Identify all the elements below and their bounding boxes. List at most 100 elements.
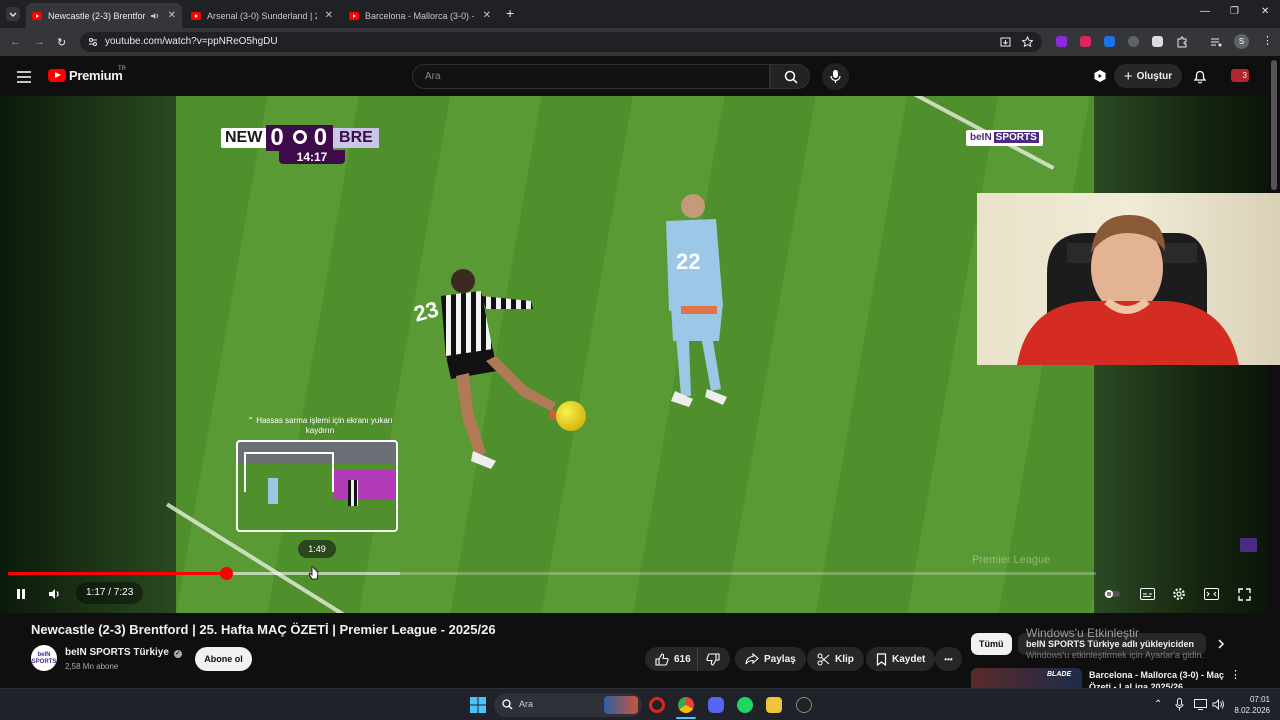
bookmark-icon — [876, 652, 887, 666]
channel-name[interactable]: beIN SPORTS Türkiye ✓ — [65, 647, 182, 658]
search-icon — [502, 699, 513, 710]
seek-preview-thumbnail — [236, 440, 398, 532]
match-clock: 14:17 — [279, 150, 345, 164]
youtube-logo-icon[interactable] — [48, 69, 66, 82]
volume-button[interactable] — [46, 586, 64, 602]
channel-name-text: beIN SPORTS Türkiye — [65, 647, 169, 658]
extension-icon[interactable] — [1080, 36, 1091, 47]
steam-icon[interactable] — [796, 697, 812, 713]
fullscreen-button[interactable] — [1236, 586, 1252, 602]
extension-icon[interactable] — [1128, 36, 1139, 47]
reload-icon[interactable]: ↻ — [57, 36, 66, 49]
video-frame[interactable]: 23 22 beIN SPORTS Premier League — [166, 96, 1094, 613]
close-window-icon[interactable]: ✕ — [1261, 6, 1269, 17]
create-button[interactable]: + Oluştur — [1114, 64, 1182, 88]
profile-avatar[interactable]: S — [1234, 34, 1249, 49]
active-app-indicator — [676, 717, 696, 719]
clip-label: Klip — [835, 653, 854, 665]
subscribe-button[interactable]: Abone ol — [195, 647, 252, 671]
filter-chip-all[interactable]: Tümü — [971, 633, 1012, 655]
more-actions-button[interactable]: ••• — [935, 647, 962, 671]
recommended-menu-icon[interactable]: ⋮ — [1230, 668, 1241, 681]
preview-player — [348, 480, 358, 506]
tab-newcastle[interactable]: Newcastle (2-3) Brentford | ✕ — [26, 3, 182, 28]
theater-mode-icon — [1203, 588, 1219, 600]
jersey-number: 22 — [676, 249, 701, 274]
clip-button[interactable]: Klip — [807, 647, 864, 671]
menu-kebab-icon[interactable]: ⋮ — [1262, 34, 1273, 47]
premium-badge-icon[interactable] — [1093, 69, 1107, 83]
share-button[interactable]: Paylaş — [735, 647, 806, 671]
page-scrollbar[interactable] — [1271, 60, 1277, 190]
taskbar-search[interactable]: Ara — [494, 693, 642, 717]
save-label: Kaydet — [892, 653, 926, 665]
account-avatar[interactable]: 3 — [1231, 69, 1249, 82]
notifications-bell-icon[interactable] — [1193, 69, 1207, 84]
scrubber-handle[interactable] — [219, 567, 233, 580]
hamburger-menu-icon[interactable] — [17, 71, 31, 83]
dislike-button[interactable] — [697, 647, 730, 671]
install-app-icon[interactable] — [1000, 37, 1011, 48]
back-icon[interactable]: ← — [10, 36, 21, 48]
seek-preview-time: 1:49 — [298, 540, 336, 558]
tray-overflow-icon[interactable]: ⌃ — [1154, 699, 1162, 710]
extension-icon[interactable] — [1152, 36, 1163, 47]
bookmark-star-icon[interactable] — [1022, 36, 1033, 47]
close-tab-icon[interactable]: ✕ — [325, 10, 333, 21]
forward-icon[interactable]: → — [34, 36, 45, 48]
tab-title: Barcelona - Mallorca (3-0) - Ma — [365, 10, 475, 21]
close-tab-icon[interactable]: ✕ — [483, 10, 491, 21]
chevron-right-icon[interactable] — [1216, 639, 1226, 649]
minimize-icon[interactable]: — — [1200, 6, 1210, 17]
autoplay-icon — [1104, 590, 1120, 598]
site-info-icon[interactable] — [88, 37, 98, 47]
like-count: 616 — [674, 653, 691, 665]
microphone-icon[interactable] — [1175, 698, 1184, 711]
tab-search-button[interactable] — [6, 7, 20, 21]
extension-icon[interactable] — [1104, 36, 1115, 47]
autoplay-toggle[interactable] — [1104, 586, 1120, 602]
progress-bar[interactable] — [8, 567, 1096, 580]
discord-icon[interactable] — [708, 697, 724, 713]
tab-barcelona[interactable]: Barcelona - Mallorca (3-0) - Ma ✕ — [343, 3, 497, 28]
verified-check-icon: ✓ — [173, 650, 182, 658]
new-tab-button[interactable]: + — [506, 5, 514, 21]
share-icon — [745, 653, 759, 665]
save-button[interactable]: Kaydet — [866, 647, 936, 671]
address-bar[interactable]: youtube.com/watch?v=ppNReO5hgDU — [80, 32, 1042, 52]
player-brentford — [666, 194, 727, 407]
extension-icon[interactable] — [1056, 36, 1067, 47]
score-home: 0 — [266, 125, 290, 151]
opera-icon[interactable] — [649, 697, 665, 713]
taskbar-clock[interactable]: 07:01 8.02.2026 — [1230, 694, 1270, 716]
tab-title: Arsenal (3-0) Sunderland | 25. H — [207, 10, 317, 21]
thumbs-down-icon — [706, 652, 720, 666]
tab-arsenal[interactable]: Arsenal (3-0) Sunderland | 25. H ✕ — [185, 3, 339, 28]
file-explorer-icon[interactable] — [766, 697, 782, 713]
maximize-icon[interactable]: ❐ — [1230, 6, 1239, 17]
subtitles-button[interactable] — [1139, 586, 1155, 602]
recommended-thumbnail[interactable]: BLADE — [971, 668, 1082, 690]
pause-button[interactable] — [14, 586, 28, 602]
theater-mode-button[interactable] — [1203, 586, 1219, 602]
spotify-icon[interactable] — [737, 697, 753, 713]
volume-icon[interactable] — [1212, 699, 1225, 710]
channel-avatar[interactable]: beIN SPORTS — [31, 645, 57, 671]
chrome-icon[interactable] — [678, 697, 694, 713]
subtitles-icon — [1139, 588, 1155, 600]
close-tab-icon[interactable]: ✕ — [168, 10, 176, 21]
pause-icon — [17, 589, 25, 599]
speaker-icon[interactable] — [150, 11, 160, 21]
network-icon[interactable] — [1194, 699, 1207, 710]
extensions-puzzle-icon[interactable] — [1176, 36, 1188, 48]
search-button[interactable] — [770, 64, 810, 89]
settings-button[interactable] — [1171, 586, 1187, 602]
like-button[interactable]: 616 — [645, 647, 697, 671]
bein-corner-logo-icon — [1240, 538, 1257, 552]
search-input[interactable]: Ara — [412, 64, 770, 89]
media-controls-icon[interactable] — [1210, 36, 1222, 48]
plus-icon: + — [1123, 67, 1133, 85]
voice-search-button[interactable] — [822, 63, 849, 90]
windows-start-icon[interactable] — [470, 697, 486, 713]
youtube-premium-logo[interactable]: Premium — [69, 68, 123, 83]
